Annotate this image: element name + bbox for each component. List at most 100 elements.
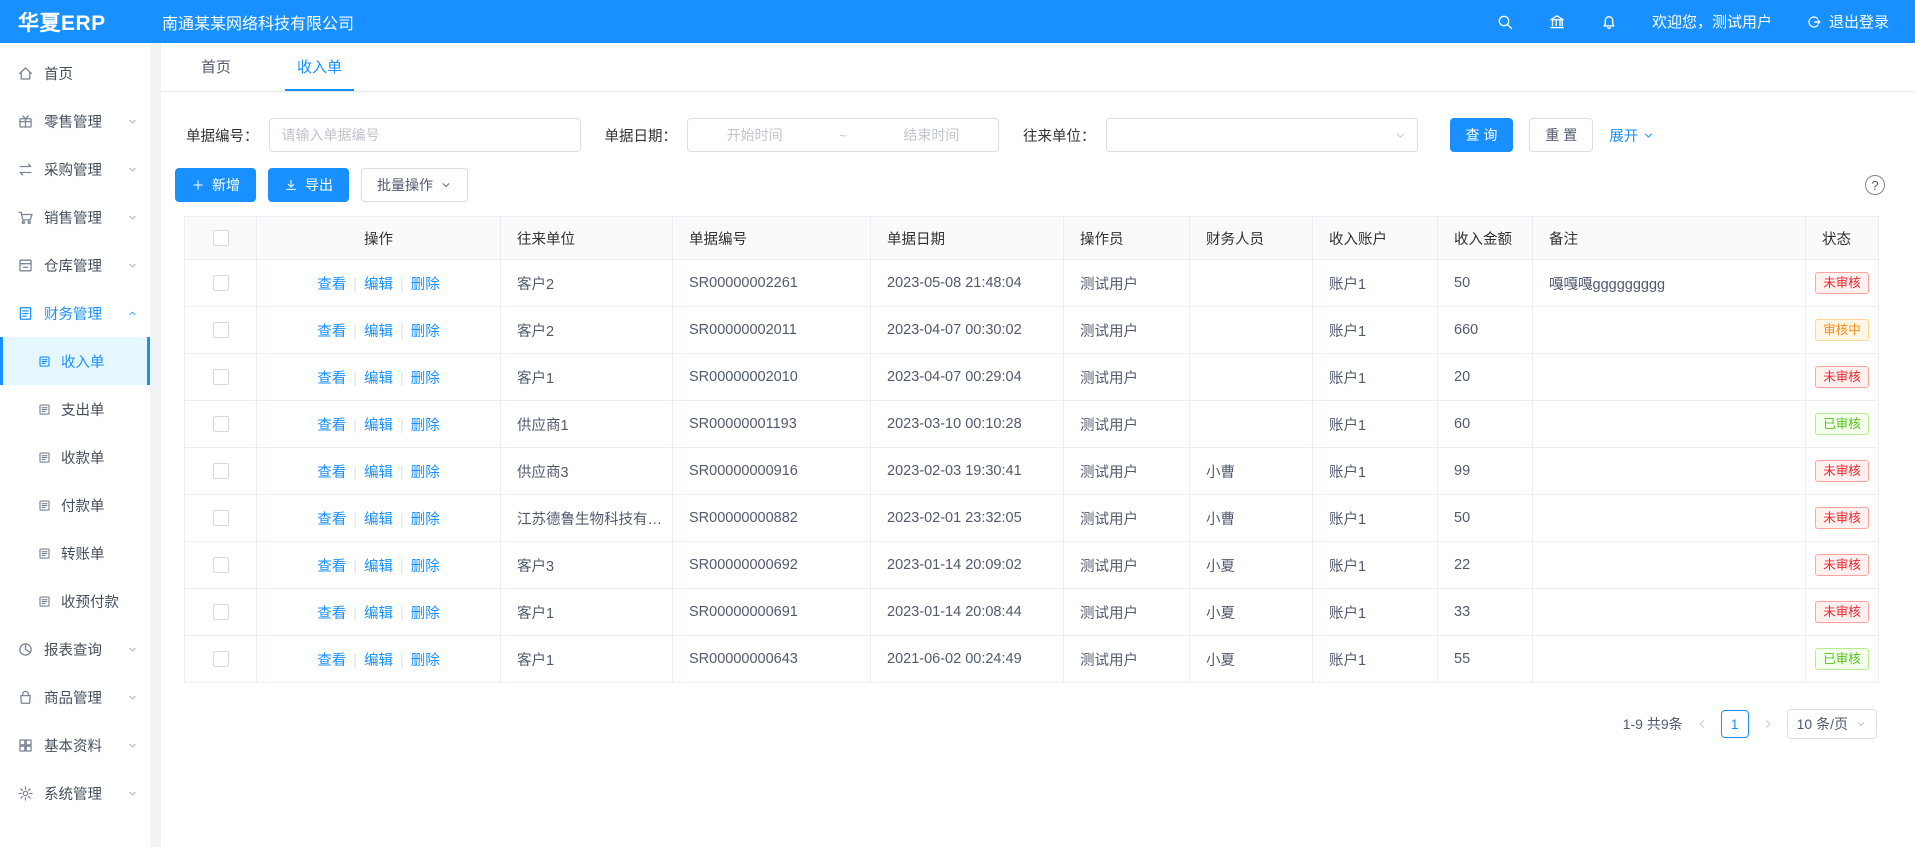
bell-icon[interactable] xyxy=(1600,13,1618,31)
add-button[interactable]: 新增 xyxy=(175,168,256,202)
unit-select[interactable] xyxy=(1106,118,1418,152)
cell-bill-no: SR00000000691 xyxy=(673,589,871,636)
cell-account: 账户1 xyxy=(1313,636,1438,683)
date-end-input[interactable] xyxy=(865,126,998,144)
export-button[interactable]: 导出 xyxy=(268,168,349,202)
sidebar-item-payment[interactable]: 付款单 xyxy=(0,481,150,529)
sidebar-item-sales[interactable]: 销售管理 xyxy=(0,193,150,241)
row-checkbox[interactable] xyxy=(213,557,229,573)
platform-icon[interactable] xyxy=(1548,13,1566,31)
row-checkbox[interactable] xyxy=(213,651,229,667)
doc-icon xyxy=(37,594,52,609)
action-edit[interactable]: 编辑 xyxy=(364,371,393,387)
sidebar-item-report[interactable]: 报表查询 xyxy=(0,625,150,673)
sidebar-item-retail[interactable]: 零售管理 xyxy=(0,97,150,145)
sidebar-item-transfer[interactable]: 转账单 xyxy=(0,529,150,577)
app-logo[interactable]: 华夏ERP xyxy=(0,7,150,37)
page-number-button[interactable]: 1 xyxy=(1721,710,1749,738)
col-header-actions: 操作 xyxy=(257,217,501,260)
date-range-picker[interactable]: ~ xyxy=(687,118,999,152)
welcome-text[interactable]: 欢迎您，测试用户 xyxy=(1652,11,1772,32)
cell-amount: 22 xyxy=(1438,542,1533,589)
action-edit[interactable]: 编辑 xyxy=(364,324,393,340)
sidebar-item-expense[interactable]: 支出单 xyxy=(0,385,150,433)
sidebar-item-advance[interactable]: 收预付款 xyxy=(0,577,150,625)
page-size-label: 10 条/页 xyxy=(1797,714,1848,734)
action-view[interactable]: 查看 xyxy=(317,371,346,387)
sidebar-item-warehouse[interactable]: 仓库管理 xyxy=(0,241,150,289)
basedata-icon xyxy=(17,737,34,754)
action-edit[interactable]: 编辑 xyxy=(364,512,393,528)
action-view[interactable]: 查看 xyxy=(317,277,346,293)
action-view[interactable]: 查看 xyxy=(317,606,346,622)
action-edit[interactable]: 编辑 xyxy=(364,559,393,575)
sidebar-item-label: 收入单 xyxy=(61,351,105,372)
row-checkbox[interactable] xyxy=(213,463,229,479)
tab-home[interactable]: 首页 xyxy=(189,56,243,91)
action-separator: | xyxy=(400,418,404,434)
row-checkbox[interactable] xyxy=(213,322,229,338)
action-separator: | xyxy=(400,606,404,622)
reset-button[interactable]: 重 置 xyxy=(1529,118,1593,152)
action-edit[interactable]: 编辑 xyxy=(364,465,393,481)
action-separator: | xyxy=(353,465,357,481)
search-button[interactable]: 查 询 xyxy=(1450,118,1514,152)
logout-button[interactable]: 退出登录 xyxy=(1806,11,1889,32)
action-view[interactable]: 查看 xyxy=(317,324,346,340)
sidebar-item-finance[interactable]: 财务管理 xyxy=(0,289,150,337)
action-delete[interactable]: 删除 xyxy=(411,559,440,575)
select-all-header xyxy=(185,217,257,260)
bill-no-input[interactable] xyxy=(269,118,581,152)
cell-unit: 客户1 xyxy=(501,636,673,683)
cell-status: 未审核 xyxy=(1806,354,1879,401)
cell-finance xyxy=(1190,401,1313,448)
next-page-icon[interactable] xyxy=(1761,717,1775,731)
sidebar-item-receipt[interactable]: 收款单 xyxy=(0,433,150,481)
table-row: 查看|编辑|删除江苏德鲁生物科技有限...SR000000008822023-0… xyxy=(185,495,1879,542)
action-view[interactable]: 查看 xyxy=(317,559,346,575)
action-edit[interactable]: 编辑 xyxy=(364,418,393,434)
row-checkbox[interactable] xyxy=(213,604,229,620)
action-delete[interactable]: 删除 xyxy=(411,277,440,293)
action-edit[interactable]: 编辑 xyxy=(364,653,393,669)
action-delete[interactable]: 删除 xyxy=(411,512,440,528)
sidebar-item-system[interactable]: 系统管理 xyxy=(0,769,150,817)
help-icon[interactable]: ? xyxy=(1865,175,1885,195)
sidebar-item-purchase[interactable]: 采购管理 xyxy=(0,145,150,193)
action-view[interactable]: 查看 xyxy=(317,418,346,434)
action-delete[interactable]: 删除 xyxy=(411,465,440,481)
sidebar-item-home[interactable]: 首页 xyxy=(0,49,150,97)
date-start-input[interactable] xyxy=(688,126,821,144)
action-delete[interactable]: 删除 xyxy=(411,371,440,387)
sidebar-item-label: 采购管理 xyxy=(44,159,102,180)
batch-actions-button[interactable]: 批量操作 xyxy=(361,168,468,202)
action-delete[interactable]: 删除 xyxy=(411,324,440,340)
sidebar-item-basedata[interactable]: 基本资料 xyxy=(0,721,150,769)
sidebar-item-label: 首页 xyxy=(44,63,73,84)
sidebar-item-income[interactable]: 收入单 xyxy=(0,337,150,385)
row-checkbox[interactable] xyxy=(213,510,229,526)
row-checkbox[interactable] xyxy=(213,275,229,291)
cell-operator: 测试用户 xyxy=(1064,354,1190,401)
action-delete[interactable]: 删除 xyxy=(411,653,440,669)
action-view[interactable]: 查看 xyxy=(317,465,346,481)
cell-date: 2023-02-03 19:30:41 xyxy=(871,448,1064,495)
page-size-select[interactable]: 10 条/页 xyxy=(1787,709,1877,739)
doc-icon xyxy=(37,546,52,561)
action-delete[interactable]: 删除 xyxy=(411,606,440,622)
action-edit[interactable]: 编辑 xyxy=(364,277,393,293)
sidebar-item-goods[interactable]: 商品管理 xyxy=(0,673,150,721)
action-view[interactable]: 查看 xyxy=(317,512,346,528)
cell-finance xyxy=(1190,260,1313,307)
prev-page-icon[interactable] xyxy=(1695,717,1709,731)
sidebar-item-label: 零售管理 xyxy=(44,111,102,132)
select-all-checkbox[interactable] xyxy=(213,230,229,246)
action-edit[interactable]: 编辑 xyxy=(364,606,393,622)
action-view[interactable]: 查看 xyxy=(317,653,346,669)
row-checkbox[interactable] xyxy=(213,369,229,385)
expand-link[interactable]: 展开 xyxy=(1609,125,1655,146)
row-checkbox[interactable] xyxy=(213,416,229,432)
search-icon[interactable] xyxy=(1496,13,1514,31)
action-delete[interactable]: 删除 xyxy=(411,418,440,434)
tab-income[interactable]: 收入单 xyxy=(285,56,354,91)
